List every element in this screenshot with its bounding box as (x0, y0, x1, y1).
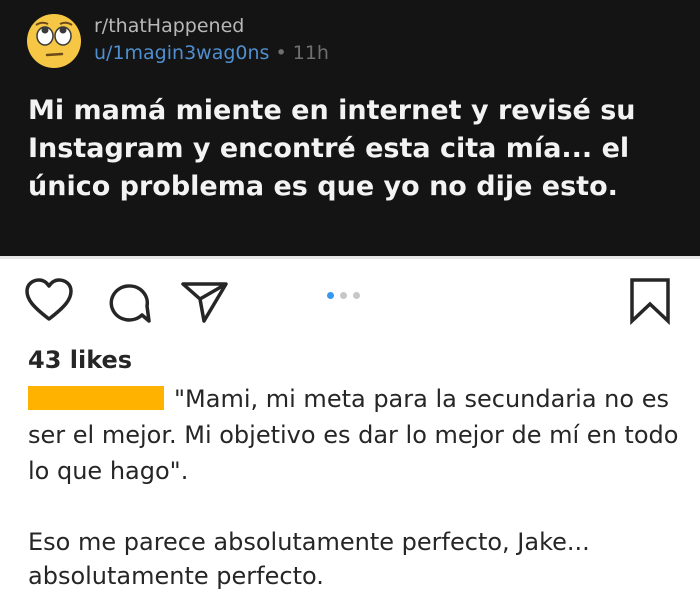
comment-icon[interactable] (105, 280, 153, 328)
carousel-dot (353, 292, 360, 299)
carousel-dot (327, 292, 334, 299)
caption-continuation: Eso me parece absolutamente perfecto, Ja… (28, 528, 590, 590)
carousel-dot (340, 292, 347, 299)
post-age: 11h (292, 42, 329, 64)
likes-count[interactable]: 43 likes (28, 346, 132, 374)
reddit-post-header: r/thatHappened u/1magin3wag0ns • 11h Mi … (0, 0, 700, 256)
rolling-eyes-emoji-icon[interactable] (27, 14, 81, 68)
post-title[interactable]: Mi mamá miente en internet y revisé su I… (28, 92, 678, 206)
heart-icon[interactable] (24, 278, 74, 324)
username-link[interactable]: u/1magin3wag0ns (94, 42, 269, 64)
meta-separator: • (275, 42, 287, 64)
bookmark-icon[interactable] (628, 277, 672, 325)
redacted-username (28, 386, 164, 410)
post-meta: u/1magin3wag0ns • 11h (94, 42, 329, 64)
subreddit-name[interactable]: r/thatHappened (94, 15, 244, 37)
share-icon[interactable] (180, 280, 230, 324)
post-caption: "Mami, mi meta para la secundaria no es … (28, 381, 688, 489)
instagram-screenshot: 43 likes "Mami, mi meta para la secundar… (0, 259, 700, 597)
